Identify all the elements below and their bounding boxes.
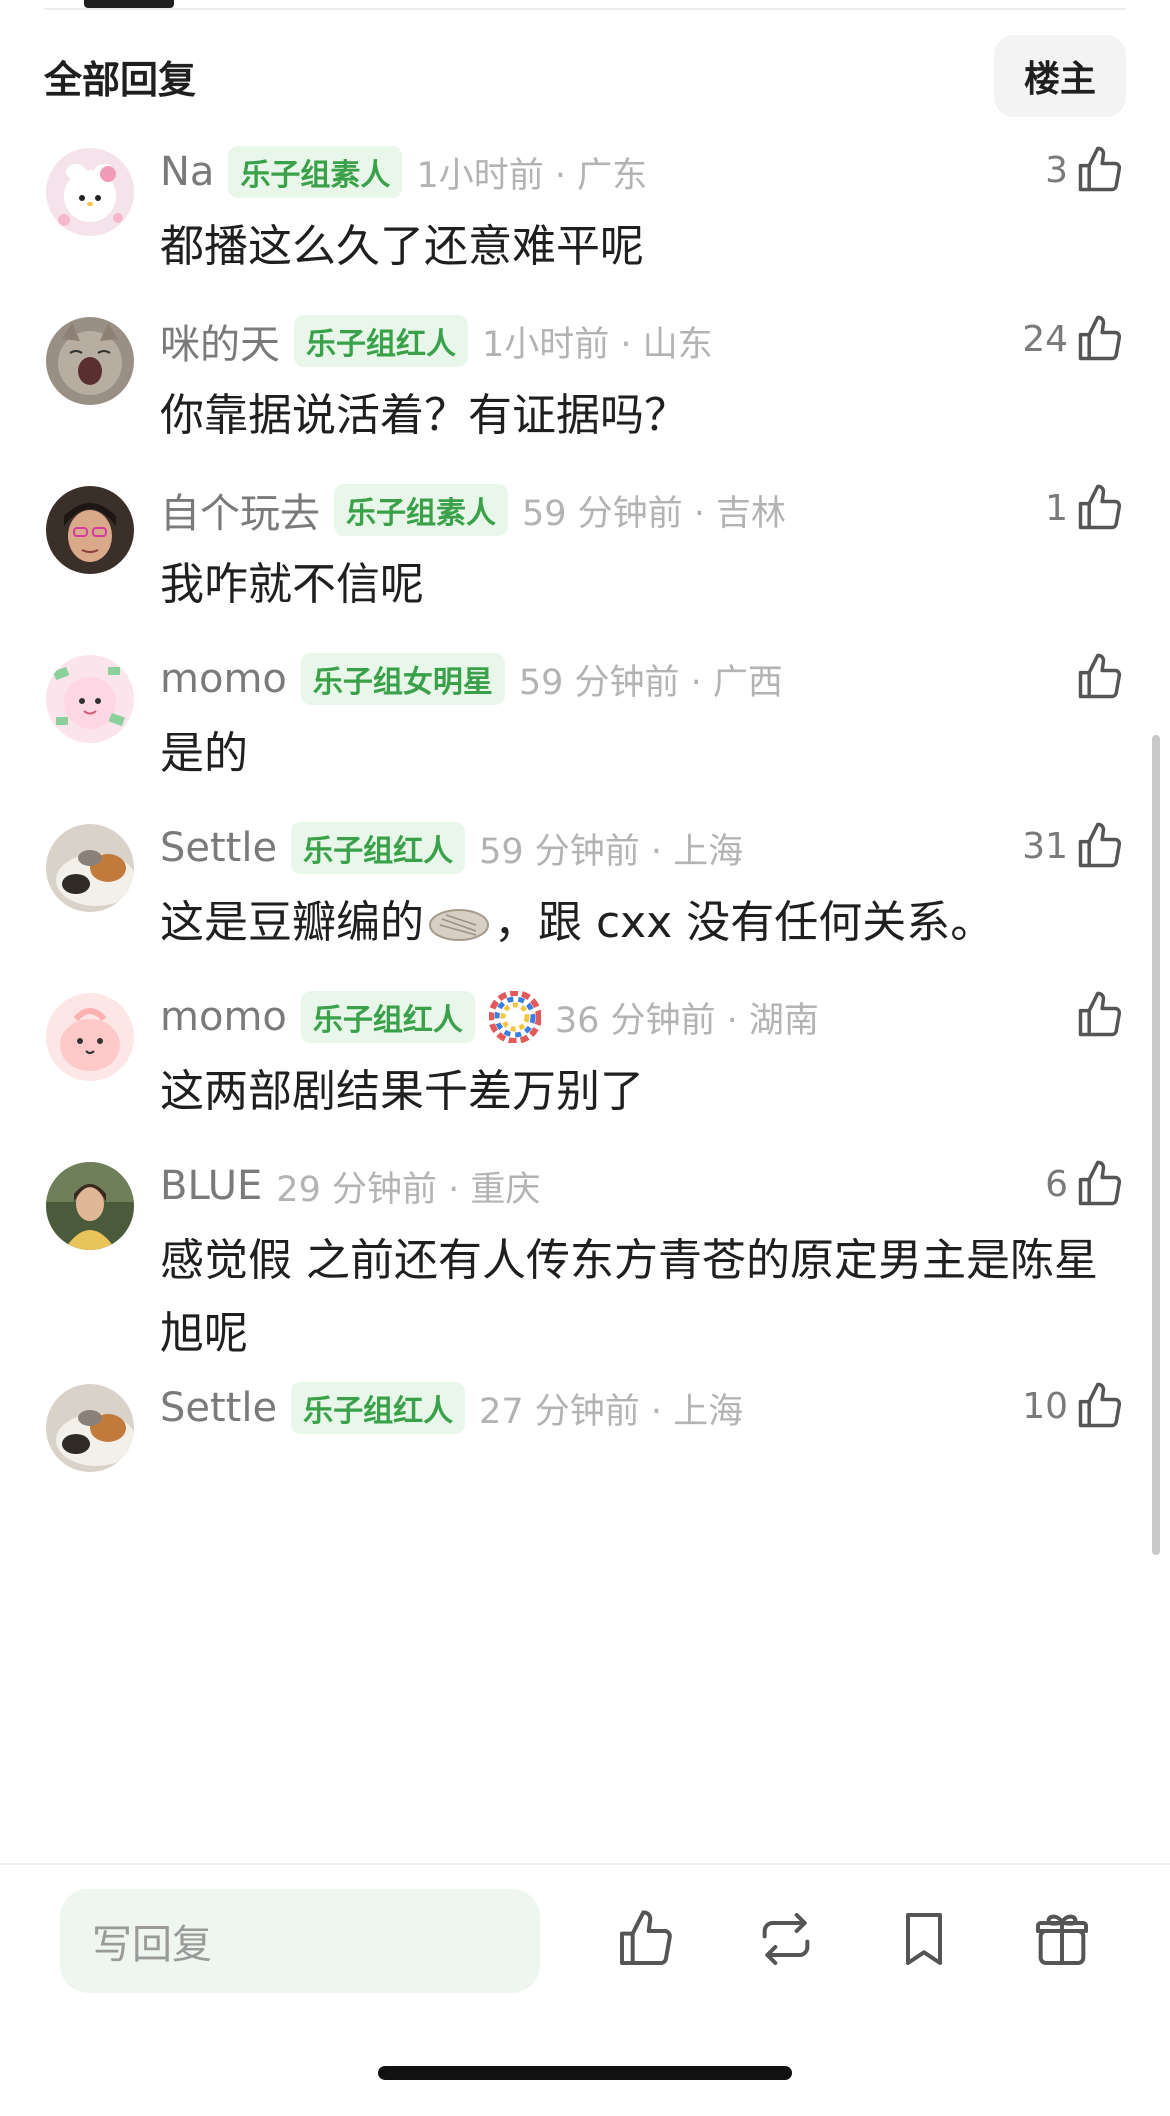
- time-location: 1小时前 · 广东: [416, 155, 648, 196]
- op-only-toggle[interactable]: 楼主: [993, 35, 1126, 117]
- like-count: 10: [1022, 1385, 1068, 1427]
- calico-cat-avatar[interactable]: [46, 1384, 134, 1472]
- pink-cartoon-avatar[interactable]: [46, 655, 134, 743]
- page-title: 全部回复: [44, 57, 197, 102]
- gift-button[interactable]: [1024, 1901, 1100, 1977]
- hello-kitty-avatar[interactable]: [46, 148, 134, 236]
- scrollbar[interactable]: [1152, 735, 1160, 1555]
- comment-meta: momo 乐子组女明星 59 分钟前 · 广西: [160, 649, 783, 709]
- like-button[interactable]: 31: [1022, 814, 1126, 878]
- like-count: 6: [1045, 1163, 1068, 1205]
- woman-photo-avatar[interactable]: [46, 1162, 134, 1250]
- like-count: 3: [1045, 149, 1068, 191]
- time-location: 59 分钟前 · 上海: [479, 831, 744, 872]
- replies-header: 全部回复 楼主: [44, 34, 1126, 118]
- comment-text: 你靠据说活着？有证据吗？: [160, 390, 688, 441]
- comment-text: 感觉假 之前还有人传东方青苍的原定男主是陈星旭呢: [160, 1235, 1098, 1359]
- like-count: 31: [1022, 825, 1068, 867]
- group-badge: 乐子组红人: [291, 822, 466, 874]
- time-location: 59 分钟前 · 吉林: [522, 493, 787, 534]
- rainbow-donut-badge-icon: [488, 991, 541, 1043]
- time-location: 27 分钟前 · 上海: [479, 1391, 744, 1432]
- like-count: 1: [1045, 487, 1068, 529]
- username[interactable]: Settle: [160, 825, 277, 871]
- comment-meta: momo 乐子组红人 36 分钟前 · 湖南: [160, 987, 819, 1047]
- group-badge: 乐子组素人: [228, 146, 403, 198]
- comment-text-before: 这是豆瓣编的: [160, 897, 424, 948]
- thumbs-up-icon: [620, 1910, 672, 1965]
- comment-meta: 咪的天 乐子组红人 1小时前 · 山东: [160, 311, 713, 371]
- comment-meta: 自个玩去 乐子组素人 59 分钟前 · 吉林: [160, 480, 786, 540]
- like-button[interactable]: 1: [1045, 476, 1126, 540]
- group-badge: 乐子组红人: [294, 315, 468, 367]
- username[interactable]: momo: [160, 656, 287, 702]
- time-location: 1小时前 · 山东: [482, 324, 713, 365]
- group-badge: 乐子组红人: [300, 991, 475, 1043]
- time-location: 29 分钟前 · 重庆: [276, 1169, 541, 1210]
- like-count: 24: [1022, 318, 1068, 360]
- flatbread-emoji-icon: [429, 909, 489, 941]
- thumbs-up-icon: [1078, 146, 1122, 192]
- group-badge: 乐子组素人: [334, 484, 508, 536]
- bookmark-icon: [906, 1913, 942, 1965]
- comment-text: 我咋就不信呢: [160, 559, 424, 610]
- calico-cat-avatar[interactable]: [46, 824, 134, 912]
- comment-text: 都播这么久了还意难平呢: [160, 221, 644, 272]
- username[interactable]: BLUE: [160, 1163, 262, 1209]
- comment-text: 是的: [160, 728, 248, 779]
- yawning-cat-avatar[interactable]: [46, 317, 134, 405]
- username[interactable]: Na: [160, 149, 214, 195]
- like-post-button[interactable]: [608, 1901, 684, 1977]
- comment-text-after: ，跟 cxx 没有任何关系。: [494, 897, 995, 948]
- username[interactable]: 自个玩去: [160, 481, 320, 539]
- username[interactable]: Settle: [160, 1385, 277, 1431]
- gift-icon: [1036, 1914, 1088, 1965]
- repost-icon: [762, 1913, 810, 1965]
- home-indicator: [378, 2066, 792, 2080]
- comment-text: 这是豆瓣编的 ，跟 cxx 没有任何关系。: [160, 886, 1110, 959]
- like-button[interactable]: [1068, 983, 1126, 1047]
- thumbs-up-icon: [1078, 1160, 1122, 1206]
- comment-list[interactable]: Na 乐子组素人 1小时前 · 广东 3 都播这么久了还意难平呢 咪的天 乐子组…: [0, 138, 1170, 1863]
- bookmark-button[interactable]: [886, 1901, 962, 1977]
- like-button[interactable]: 3: [1045, 138, 1126, 202]
- reply-input[interactable]: 写回复: [60, 1889, 540, 1993]
- active-tab-indicator: [84, 0, 174, 8]
- like-button[interactable]: 24: [1022, 307, 1126, 371]
- like-button[interactable]: 6: [1045, 1152, 1126, 1216]
- thumbs-up-icon: [1078, 1382, 1122, 1428]
- comment-text: 这两部剧结果千差万别了: [160, 1066, 644, 1117]
- group-badge: 乐子组红人: [291, 1382, 466, 1434]
- username[interactable]: momo: [160, 994, 287, 1040]
- group-badge: 乐子组女明星: [300, 653, 505, 705]
- thumbs-up-icon: [1078, 991, 1122, 1037]
- thumbs-up-icon: [1078, 315, 1122, 361]
- time-location: 59 分钟前 · 广西: [518, 662, 783, 703]
- like-button[interactable]: 10: [1022, 1374, 1126, 1438]
- comment-meta: Na 乐子组素人 1小时前 · 广东: [160, 142, 647, 202]
- thumbs-up-icon: [1078, 653, 1122, 699]
- repost-button[interactable]: [748, 1901, 824, 1977]
- username[interactable]: 咪的天: [160, 312, 280, 370]
- comment-meta: Settle 乐子组红人 59 分钟前 · 上海: [160, 818, 743, 878]
- woman-glasses-avatar[interactable]: [46, 486, 134, 574]
- like-button[interactable]: [1068, 645, 1126, 709]
- time-location: 36 分钟前 · 湖南: [554, 1000, 819, 1041]
- comment-meta: Settle 乐子组红人 27 分钟前 · 上海: [160, 1378, 743, 1438]
- top-divider: [44, 8, 1126, 10]
- thumbs-up-icon: [1078, 484, 1122, 530]
- pink-blob-avatar[interactable]: [46, 993, 134, 1081]
- comment-meta: BLUE 29 分钟前 · 重庆: [160, 1156, 540, 1216]
- thumbs-up-icon: [1078, 822, 1122, 868]
